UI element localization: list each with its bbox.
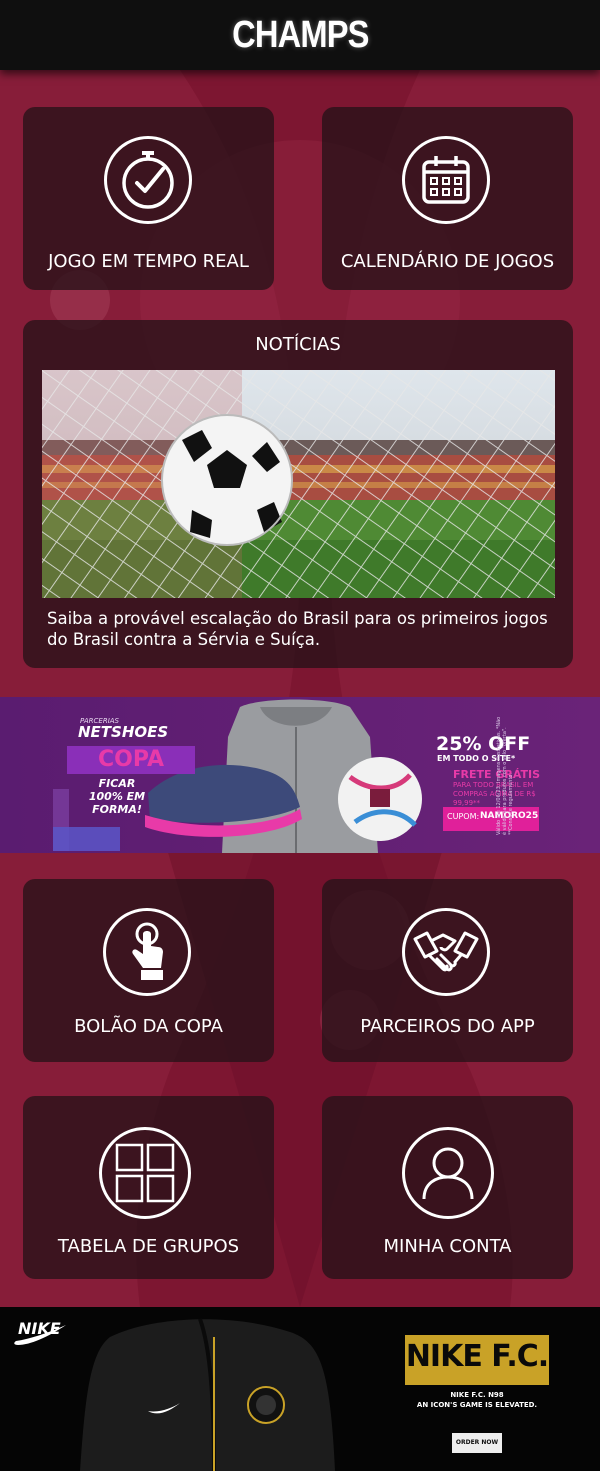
tile-partners-label: PARCEIROS DO APP [360,1016,535,1037]
calendar-icon [402,136,490,224]
tile-groups-table-label: TABELA DE GRUPOS [57,1236,240,1257]
app-header: CHAMPS [0,0,600,70]
news-section-title: NOTÍCIAS [255,334,341,355]
grid-icon [99,1127,191,1219]
page-background: JOGO EM TEMPO REAL CALENDÁRIO DE JOGOS N… [0,70,600,1307]
news-card[interactable]: NOTÍCIAS Saiba a provável escalação do B… [23,320,573,668]
tile-live-game[interactable]: JOGO EM TEMPO REAL [23,107,274,290]
nike-fc-logo: NIKE F.C. [405,1339,549,1374]
nike-ad-banner[interactable]: NIKE NIKE F.C. NIKE F.C. N98 AN ICON'S G… [0,1307,600,1471]
tile-calendar[interactable]: CALENDÁRIO DE JOGOS [322,107,573,290]
netshoes-discount: 25% OFF [436,733,531,755]
nike-ad-line-1: NIKE F.C. N98 [450,1391,504,1399]
netshoes-legal: Válido até 12/06/23. Imagens ilustrativa… [496,716,514,835]
netshoes-campaign: COPA [67,746,195,774]
handshake-icon [402,908,490,996]
netshoes-tagline: FICAR 100% EM FORMA! [88,777,146,816]
tile-groups-table[interactable]: TABELA DE GRUPOS [23,1096,274,1279]
tile-live-game-label: JOGO EM TEMPO REAL [48,251,249,272]
netshoes-brand: NETSHOES [78,723,169,741]
tile-calendar-label: CALENDÁRIO DE JOGOS [340,251,555,272]
tile-my-account[interactable]: MINHA CONTA [322,1096,573,1279]
netshoes-promo-banner[interactable]: PARCERIAS NETSHOES COPA FICAR 100% EM FO… [0,697,600,853]
news-image[interactable] [42,370,555,598]
hand-tap-icon [103,908,191,996]
news-headline[interactable]: Saiba a provável escalação do Brasil par… [47,608,557,650]
tile-partners[interactable]: PARCEIROS DO APP [322,879,573,1062]
netshoes-coupon-label: CUPOM: [447,812,480,821]
stopwatch-check-icon [104,136,192,224]
tile-pool[interactable]: BOLÃO DA COPA [23,879,274,1062]
user-icon [402,1127,494,1219]
nike-ad-artwork [0,1307,600,1471]
nike-brand: NIKE [18,1319,61,1338]
nike-ad-line-2: AN ICON'S GAME IS ELEVATED. [416,1401,538,1409]
app-title: CHAMPS [231,13,369,56]
tile-pool-label: BOLÃO DA COPA [74,1016,223,1037]
order-now-button[interactable]: ORDER NOW [452,1433,502,1453]
tile-my-account-label: MINHA CONTA [383,1236,512,1257]
soccer-ball-net-photo [42,370,555,598]
